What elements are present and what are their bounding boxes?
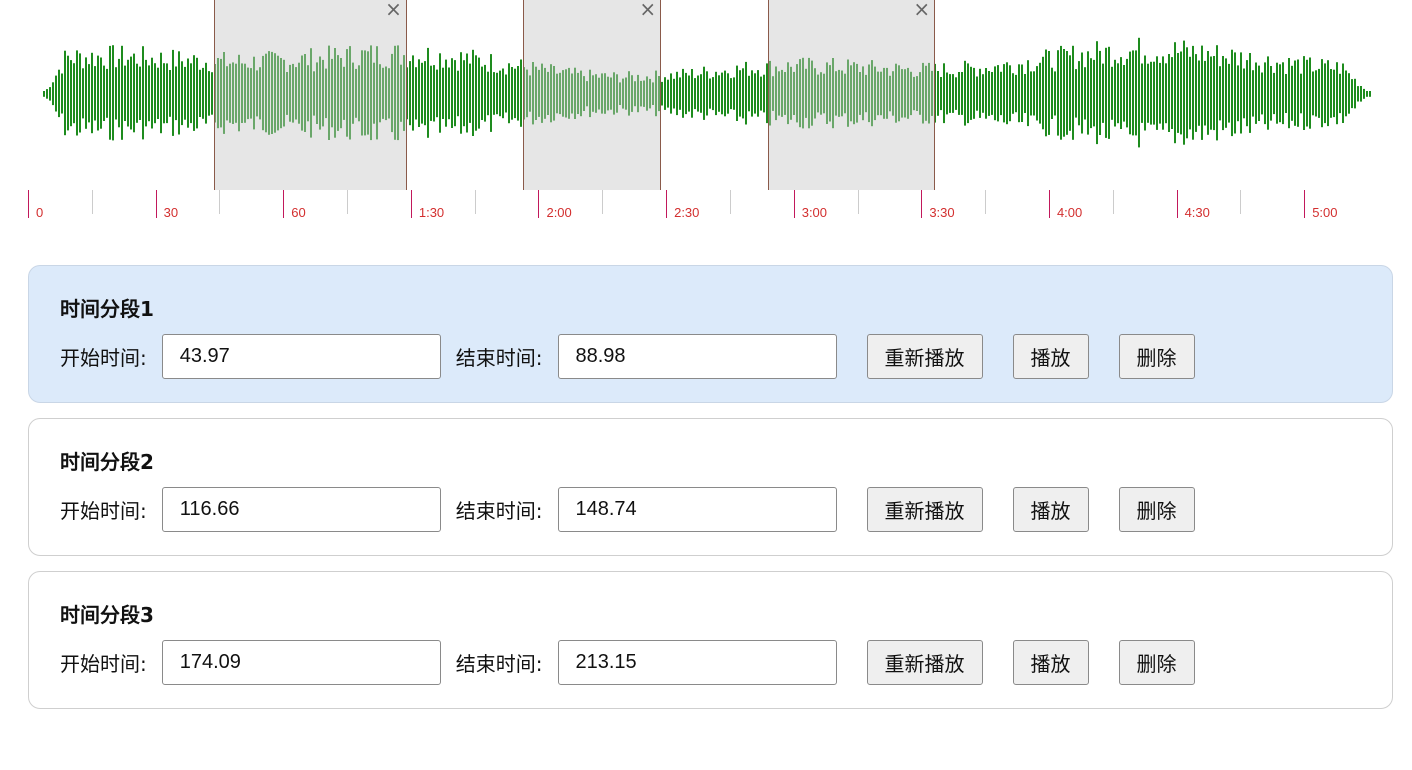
end-time-input[interactable] [557, 333, 837, 379]
minor-tick [474, 190, 476, 214]
minor-tick [91, 190, 93, 214]
segment-list: 时间分段1 开始时间: 结束时间: 重新播放 播放 删除 时间分段2 开始时间:… [28, 265, 1393, 724]
timeline-label: 2:00 [546, 205, 572, 220]
minor-tick [602, 190, 604, 214]
segment-title: 时间分段3 [60, 603, 154, 627]
delete-button[interactable]: 删除 [1118, 639, 1195, 685]
segment-title: 时间分段2 [60, 450, 154, 474]
major-tick [666, 190, 668, 218]
segment-controls: 开始时间: 结束时间: 重新播放 播放 删除 [60, 486, 1195, 532]
audio-waveform[interactable] [0, 0, 1412, 190]
start-time-label: 开始时间: [60, 498, 147, 523]
waveform-region-1[interactable]: × [214, 0, 407, 190]
major-tick [1048, 190, 1050, 218]
segment-card-2: 时间分段2 开始时间: 结束时间: 重新播放 播放 删除 [28, 418, 1393, 556]
timeline-label: 30 [163, 205, 179, 220]
start-time-input[interactable] [161, 639, 441, 685]
waveform-region-3[interactable]: × [767, 0, 935, 190]
segment-title: 时间分段1 [60, 297, 154, 321]
timeline-label: 5:00 [1312, 205, 1338, 220]
segment-controls: 开始时间: 结束时间: 重新播放 播放 删除 [60, 333, 1195, 379]
timeline-label: 4:00 [1056, 205, 1083, 220]
start-time-label: 开始时间: [60, 651, 147, 676]
major-tick [28, 190, 29, 218]
timeline-label: 4:30 [1184, 205, 1210, 220]
minor-tick [219, 190, 221, 214]
timeline-label: 60 [291, 205, 306, 220]
minor-tick [347, 190, 349, 214]
play-button[interactable]: 播放 [1012, 639, 1089, 685]
timeline-label: 2:30 [674, 205, 700, 220]
segment-controls: 开始时间: 结束时间: 重新播放 播放 删除 [60, 639, 1195, 685]
start-time-input[interactable] [161, 486, 441, 532]
start-time-label: 开始时间: [60, 345, 147, 370]
major-tick [921, 190, 923, 218]
waveform-region-2[interactable]: × [523, 0, 661, 190]
segment-card-3: 时间分段3 开始时间: 结束时间: 重新播放 播放 删除 [28, 571, 1393, 709]
major-tick [155, 190, 157, 218]
timeline-label: 3:00 [801, 205, 828, 220]
major-tick [1304, 190, 1306, 218]
replay-button[interactable]: 重新播放 [866, 486, 983, 532]
timeline-label: 3:30 [929, 205, 955, 220]
minor-tick [729, 190, 731, 214]
major-tick [283, 190, 285, 218]
delete-button[interactable]: 删除 [1118, 333, 1195, 379]
minor-tick [857, 190, 859, 214]
end-time-input[interactable] [557, 639, 837, 685]
end-time-label: 结束时间: [455, 651, 543, 676]
major-tick [538, 190, 540, 218]
timeline-label: 0 [36, 205, 44, 220]
segment-card-1: 时间分段1 开始时间: 结束时间: 重新播放 播放 删除 [28, 265, 1393, 403]
major-tick [1176, 190, 1178, 218]
end-time-label: 结束时间: [455, 498, 543, 523]
delete-button[interactable]: 删除 [1118, 486, 1195, 532]
waveform-panel[interactable]: × × × 0 30 60 1:30 2:00 2:30 3:00 3:30 4:00 4:30 5… [0, 0, 1412, 230]
close-icon[interactable]: × [913, 0, 931, 20]
end-time-input[interactable] [557, 486, 837, 532]
timeline-label: 1:30 [418, 205, 445, 220]
timeline-ruler: 0 30 60 1:30 2:00 2:30 3:00 3:30 4:00 4:30 5:00 [0, 188, 1412, 228]
start-time-input[interactable] [161, 333, 441, 379]
major-tick [793, 190, 795, 218]
major-tick [410, 190, 412, 218]
close-icon[interactable]: × [385, 0, 403, 20]
close-icon[interactable]: × [639, 0, 657, 20]
minor-tick [985, 190, 987, 214]
end-time-label: 结束时间: [455, 345, 543, 370]
minor-tick [1240, 190, 1242, 214]
replay-button[interactable]: 重新播放 [866, 639, 983, 685]
replay-button[interactable]: 重新播放 [866, 333, 983, 379]
play-button[interactable]: 播放 [1012, 486, 1089, 532]
minor-tick [1112, 190, 1114, 214]
play-button[interactable]: 播放 [1012, 333, 1089, 379]
